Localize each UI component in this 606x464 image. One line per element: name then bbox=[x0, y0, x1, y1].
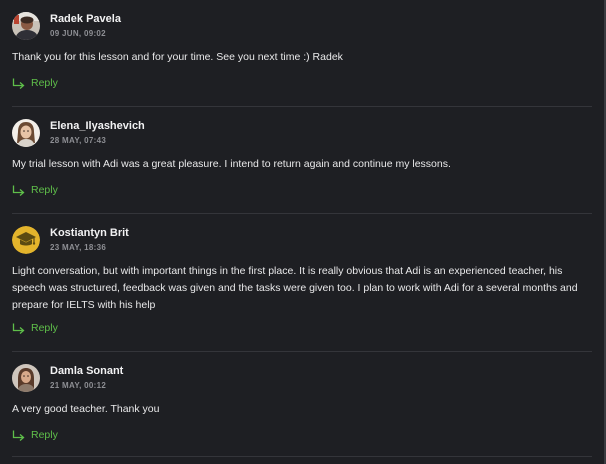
comment-text: Thank you for this lesson and for your t… bbox=[12, 51, 343, 63]
comment-header: Radek Pavela 09 JUN, 09:02 bbox=[12, 12, 572, 40]
comment-divider bbox=[12, 213, 592, 214]
comment-header: Damla Sonant 21 MAY, 00:12 bbox=[12, 364, 572, 392]
reply-arrow-icon bbox=[12, 78, 25, 89]
comment-author[interactable]: Damla Sonant bbox=[50, 365, 123, 377]
comment-text: A very good teacher. Thank you bbox=[12, 403, 160, 415]
user-photo-avatar-icon bbox=[12, 364, 40, 392]
reply-button[interactable]: Reply bbox=[12, 428, 58, 442]
comment-divider bbox=[12, 351, 592, 352]
reply-label: Reply bbox=[31, 429, 58, 441]
comment-author[interactable]: Elena_Ilyashevich bbox=[50, 120, 145, 132]
avatar[interactable] bbox=[12, 226, 40, 254]
reply-button[interactable]: Reply bbox=[12, 76, 58, 90]
comment-date: 28 MAY, 07:43 bbox=[50, 136, 107, 145]
reply-label: Reply bbox=[31, 77, 58, 89]
reply-button[interactable]: Reply bbox=[12, 183, 58, 197]
reply-label: Reply bbox=[31, 184, 58, 196]
user-photo-avatar-icon bbox=[12, 12, 40, 40]
avatar[interactable] bbox=[12, 364, 40, 392]
comment-author[interactable]: Radek Pavela bbox=[50, 13, 121, 25]
user-photo-avatar-icon bbox=[12, 119, 40, 147]
comment-text: My trial lesson with Adi was a great ple… bbox=[12, 158, 451, 170]
comment-header: Kostiantyn Brit 23 MAY, 18:36 bbox=[12, 226, 572, 254]
reply-button[interactable]: Reply bbox=[12, 321, 58, 335]
comment-text: Light conversation, but with important t… bbox=[12, 265, 578, 311]
reply-arrow-icon bbox=[12, 430, 25, 441]
comment-divider bbox=[12, 456, 592, 457]
comment-author[interactable]: Kostiantyn Brit bbox=[50, 227, 129, 239]
reply-arrow-icon bbox=[12, 323, 25, 334]
comment-date: 23 MAY, 18:36 bbox=[50, 243, 107, 252]
graduation-cap-avatar-icon bbox=[12, 226, 40, 254]
comment-date: 21 MAY, 00:12 bbox=[50, 381, 107, 390]
comment-date: 09 JUN, 09:02 bbox=[50, 29, 106, 38]
reply-arrow-icon bbox=[12, 185, 25, 196]
reply-label: Reply bbox=[31, 322, 58, 334]
comment-header: Elena_Ilyashevich 28 MAY, 07:43 bbox=[12, 119, 572, 147]
comment-divider bbox=[12, 106, 592, 107]
avatar[interactable] bbox=[12, 12, 40, 40]
avatar[interactable] bbox=[12, 119, 40, 147]
